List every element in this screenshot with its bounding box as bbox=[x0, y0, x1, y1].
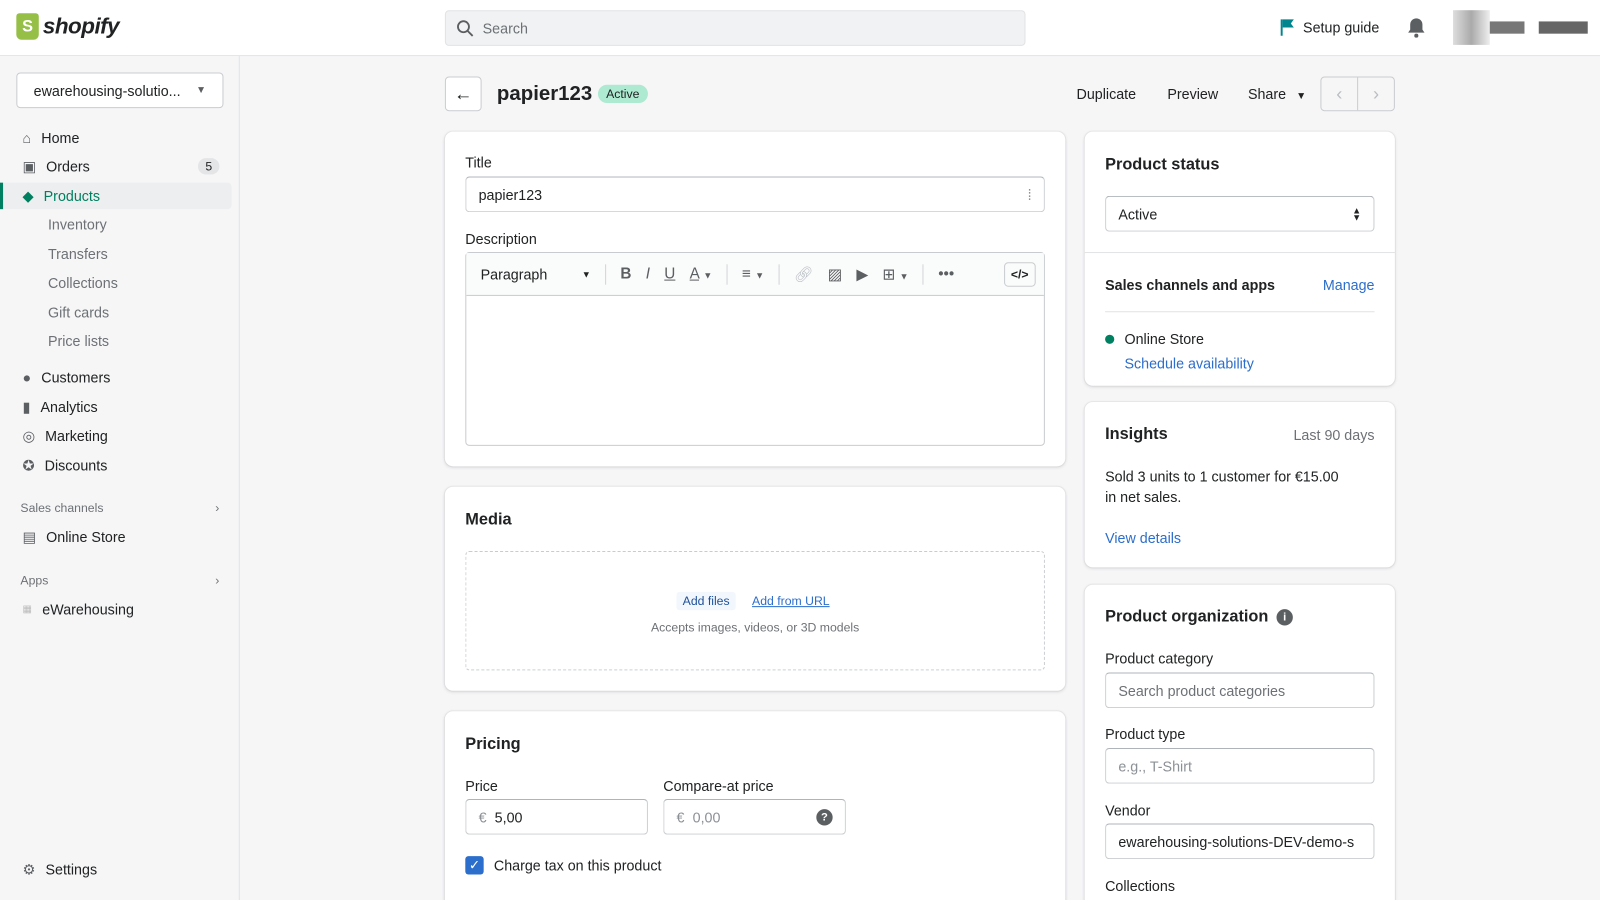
duplicate-button[interactable]: Duplicate bbox=[1077, 86, 1137, 102]
target-icon: ◎ bbox=[22, 427, 35, 444]
sidebar-item-transfers[interactable]: Transfers bbox=[0, 241, 240, 268]
store-icon: ▤ bbox=[22, 528, 36, 545]
chevron-right-icon: › bbox=[215, 501, 220, 516]
discount-icon: ✪ bbox=[22, 456, 35, 473]
caret-down-icon: ▼ bbox=[196, 84, 207, 96]
checkbox-checked-icon: ✓ bbox=[465, 856, 484, 875]
italic-icon[interactable]: I bbox=[646, 265, 650, 282]
sidebar-item-ewarehousing[interactable]: ▦ eWarehousing bbox=[0, 596, 240, 623]
charge-tax-checkbox[interactable]: ✓ Charge tax on this product bbox=[465, 856, 661, 875]
app-icon: ▦ bbox=[22, 603, 33, 615]
orders-icon: ▣ bbox=[22, 157, 36, 174]
account-avatar[interactable] bbox=[1453, 10, 1588, 45]
select-arrows-icon: ▲ ▼ bbox=[1352, 204, 1362, 222]
price-input[interactable]: €5,00 bbox=[465, 798, 648, 835]
apps-heading[interactable]: Apps › bbox=[20, 573, 219, 587]
sidebar-item-discounts[interactable]: ✪ Discounts bbox=[0, 452, 240, 479]
underline-icon[interactable]: U bbox=[664, 265, 675, 282]
back-button[interactable]: ← bbox=[444, 76, 482, 112]
media-card: Media Add files Add from URL Accepts ima… bbox=[444, 486, 1066, 691]
view-details-link[interactable]: View details bbox=[1105, 530, 1181, 546]
sidebar-item-marketing[interactable]: ◎ Marketing bbox=[0, 422, 240, 449]
title-description-card: Title papier123 ⁞ Description Paragraph ▼ … bbox=[444, 131, 1066, 467]
sidebar-item-customers[interactable]: ● Customers bbox=[0, 364, 240, 391]
sidebar-item-price-lists[interactable]: Price lists bbox=[0, 328, 240, 355]
sidebar-item-inventory[interactable]: Inventory bbox=[0, 211, 240, 238]
status-badge: Active bbox=[597, 84, 648, 104]
pricing-card: Pricing Price €5,00 Compare-at price €0,… bbox=[444, 711, 1066, 900]
media-dropzone[interactable]: Add files Add from URL Accepts images, v… bbox=[465, 551, 1045, 671]
sidebar-item-orders[interactable]: ▣ Orders 5 bbox=[0, 153, 240, 180]
product-status-card: Product status Active ▲ ▼ Sales channels a… bbox=[1084, 131, 1395, 386]
link-icon[interactable]: 🔗︎ bbox=[794, 265, 813, 283]
store-selector[interactable]: ewarehousing-solutio... ▼ bbox=[16, 72, 224, 109]
shopping-bag-icon: S bbox=[16, 13, 39, 40]
product-category-input[interactable]: Search product categories bbox=[1105, 672, 1375, 709]
manage-link[interactable]: Manage bbox=[1323, 277, 1375, 293]
code-view-button[interactable]: </> bbox=[1003, 261, 1036, 287]
preview-button[interactable]: Preview bbox=[1167, 86, 1218, 102]
add-from-url-link[interactable]: Add from URL bbox=[752, 594, 830, 608]
orders-count-badge: 5 bbox=[198, 158, 220, 175]
product-organization-card: Product organization i Product category S… bbox=[1084, 584, 1395, 900]
video-icon[interactable]: ▶ bbox=[856, 265, 868, 283]
status-select[interactable]: Active ▲ ▼ bbox=[1105, 195, 1375, 232]
gear-icon: ⚙ bbox=[22, 860, 36, 878]
bar-chart-icon: ▮ bbox=[22, 398, 31, 415]
more-icon[interactable]: ••• bbox=[938, 265, 954, 282]
text-color-icon[interactable]: A ▼ bbox=[690, 265, 713, 282]
text-cursor-icon: ⁞ bbox=[1027, 186, 1032, 203]
chevron-right-icon: › bbox=[215, 573, 220, 588]
vendor-input[interactable]: ewarehousing-solutions-DEV-demo-s bbox=[1105, 823, 1375, 860]
description-editor[interactable]: Paragraph ▼ BIU A ▼ ≡ ▼ 🔗︎ ▨ ▶ ⊞ ▼ ••• </> bbox=[465, 252, 1045, 446]
bell-icon[interactable] bbox=[1407, 17, 1425, 38]
sales-channels-heading[interactable]: Sales channels › bbox=[20, 501, 219, 515]
setup-guide-button[interactable]: Setup guide bbox=[1280, 18, 1379, 36]
tag-icon: ◆ bbox=[22, 187, 34, 204]
title-input[interactable]: papier123 ⁞ bbox=[465, 176, 1045, 213]
table-icon[interactable]: ⊞ ▼ bbox=[882, 265, 908, 283]
previous-product-button[interactable]: ‹ bbox=[1321, 77, 1359, 111]
sidebar-item-analytics[interactable]: ▮ Analytics bbox=[0, 394, 240, 421]
compare-at-price-input[interactable]: €0,00? bbox=[663, 798, 846, 835]
search-input[interactable]: Search bbox=[444, 10, 1026, 46]
bold-icon[interactable]: B bbox=[620, 265, 631, 282]
sidebar-item-collections[interactable]: Collections bbox=[0, 269, 240, 296]
align-icon[interactable]: ≡ ▼ bbox=[742, 265, 764, 282]
paragraph-format-select[interactable]: Paragraph ▼ bbox=[481, 266, 591, 282]
next-product-button[interactable]: › bbox=[1358, 78, 1394, 111]
chevron-left-icon: ‹ bbox=[1336, 83, 1343, 105]
sidebar-item-gift-cards[interactable]: Gift cards bbox=[0, 299, 240, 326]
home-icon: ⌂ bbox=[22, 129, 32, 146]
product-type-input[interactable]: e.g., T-Shirt bbox=[1105, 747, 1375, 784]
help-icon[interactable]: ? bbox=[816, 808, 833, 825]
share-button[interactable]: Share ▼ bbox=[1248, 86, 1306, 102]
sidebar-item-online-store[interactable]: ▤ Online Store bbox=[0, 523, 240, 550]
add-files-button[interactable]: Add files bbox=[676, 591, 736, 611]
caret-down-icon: ▼ bbox=[1296, 90, 1307, 103]
shopify-logo[interactable]: Sshopify bbox=[16, 13, 120, 40]
sidebar: ewarehousing-solutio... ▼ ⌂ Home ▣ Orders 5 … bbox=[0, 56, 240, 900]
schedule-availability-link[interactable]: Schedule availability bbox=[1124, 355, 1253, 371]
info-icon[interactable]: i bbox=[1276, 609, 1293, 626]
search-icon bbox=[457, 19, 474, 37]
image-icon[interactable]: ▨ bbox=[828, 265, 842, 283]
top-bar: Sshopify Search Setup guide bbox=[0, 0, 1600, 57]
active-dot-icon bbox=[1105, 334, 1115, 344]
arrow-left-icon: ← bbox=[454, 83, 473, 105]
person-icon: ● bbox=[22, 369, 32, 386]
chevron-right-icon: › bbox=[1372, 83, 1380, 105]
insights-card: Insights Last 90 days Sold 3 units to 1 … bbox=[1084, 402, 1395, 568]
sidebar-item-settings[interactable]: ⚙ Settings bbox=[0, 856, 240, 883]
sidebar-item-home[interactable]: ⌂ Home bbox=[0, 124, 240, 151]
page-title: papier123 bbox=[496, 82, 593, 106]
sidebar-item-products[interactable]: ◆ Products bbox=[0, 182, 232, 210]
flag-icon bbox=[1280, 19, 1294, 36]
